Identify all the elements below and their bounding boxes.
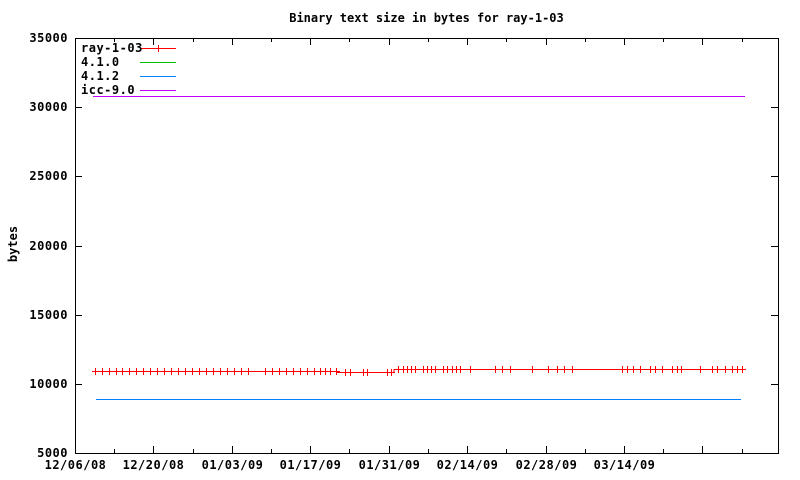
x-tick-label: 12/06/08 [44,458,107,472]
y-tick-label: 10000 [29,377,68,391]
y-tick-label: 35000 [29,31,68,45]
y-tick-label: 15000 [29,308,68,322]
plot-area [75,38,779,454]
x-tick-label: 03/14/09 [593,458,656,472]
legend-label-ray-1-03: ray-1-03 [81,41,143,55]
legend-label-icc-9.0: icc-9.0 [81,83,136,97]
x-tick-label: 01/31/09 [358,458,421,472]
legend-label-4.1.2: 4.1.2 [81,69,120,83]
y-tick-label: 25000 [29,169,68,183]
x-tick-label: 12/20/08 [122,458,185,472]
legend-label-4.1.0: 4.1.0 [81,55,120,69]
y-tick-label: 20000 [29,239,68,253]
binary-size-chart: Binary text size in bytes for ray-1-03 b… [0,0,800,480]
x-tick-label: 02/28/09 [515,458,578,472]
x-tick-label: 01/17/09 [279,458,342,472]
plot-border [75,38,779,454]
x-tick-label: 01/03/09 [201,458,264,472]
y-tick-label: 30000 [29,100,68,114]
x-tick-label: 02/14/09 [436,458,499,472]
